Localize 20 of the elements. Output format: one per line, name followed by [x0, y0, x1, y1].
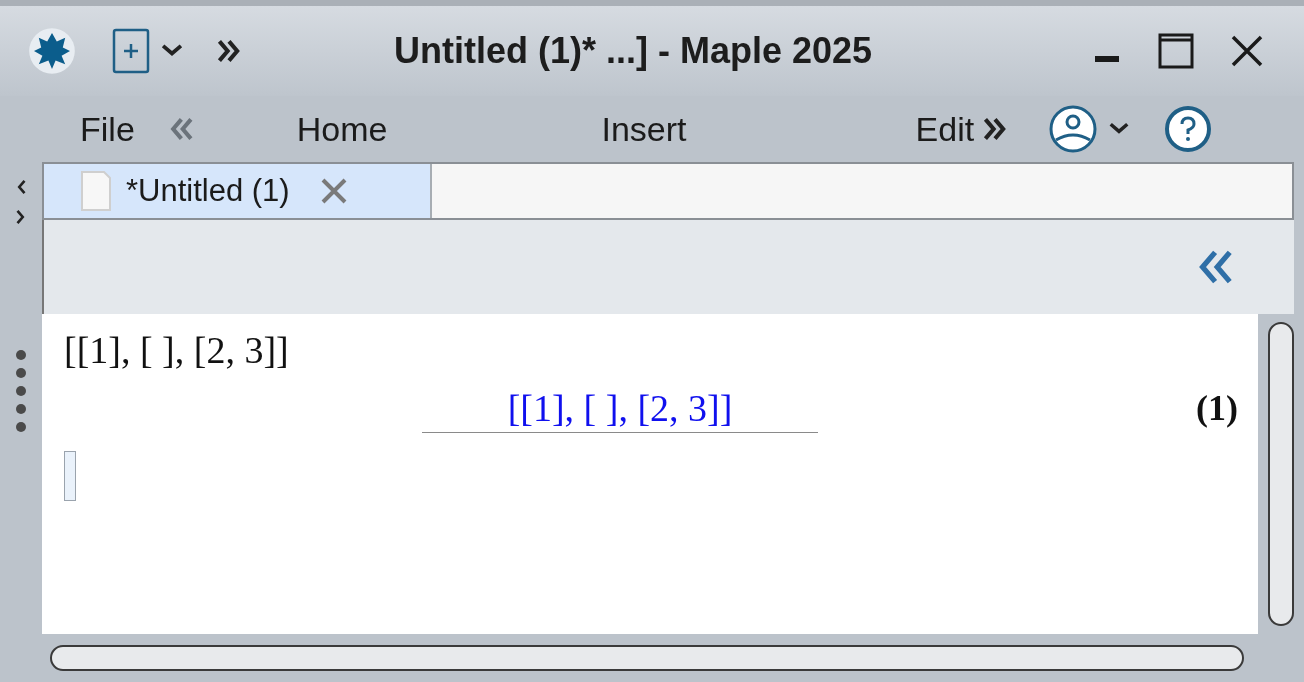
close-tab-icon[interactable] — [319, 177, 348, 205]
worksheet[interactable]: [[1], [ ], [2, 3]] [[1], [ ], [2, 3]] (1) — [42, 314, 1258, 634]
horizontal-scrollbar[interactable] — [50, 645, 1244, 671]
tab-title: *Untitled (1) — [126, 171, 290, 210]
output-expression-text: [[1], [ ], [2, 3]] — [507, 385, 733, 431]
ribbon-tab[interactable]: Home — [294, 103, 390, 155]
document-icon — [80, 170, 112, 212]
document-tab[interactable]: *Untitled (1) — [44, 164, 432, 218]
new-document-icon[interactable] — [112, 28, 150, 74]
maximize-icon[interactable] — [1158, 33, 1194, 69]
window-title: Untitled (1)* ...] - Maple 2025 — [394, 29, 873, 73]
input-expression-text: [[1], [ ], [2, 3]] — [64, 328, 289, 373]
equation-label: (1) — [1196, 387, 1238, 430]
help-icon[interactable] — [1164, 105, 1213, 153]
ribbon-tab[interactable]: Insert — [599, 103, 689, 155]
ribbon-tab[interactable]: Edit — [913, 103, 977, 155]
vertical-scrollbar[interactable] — [1268, 322, 1294, 626]
user-account-icon[interactable] — [1048, 104, 1099, 154]
close-icon[interactable] — [1230, 34, 1264, 68]
ribbon-tab[interactable]: File — [78, 103, 137, 155]
